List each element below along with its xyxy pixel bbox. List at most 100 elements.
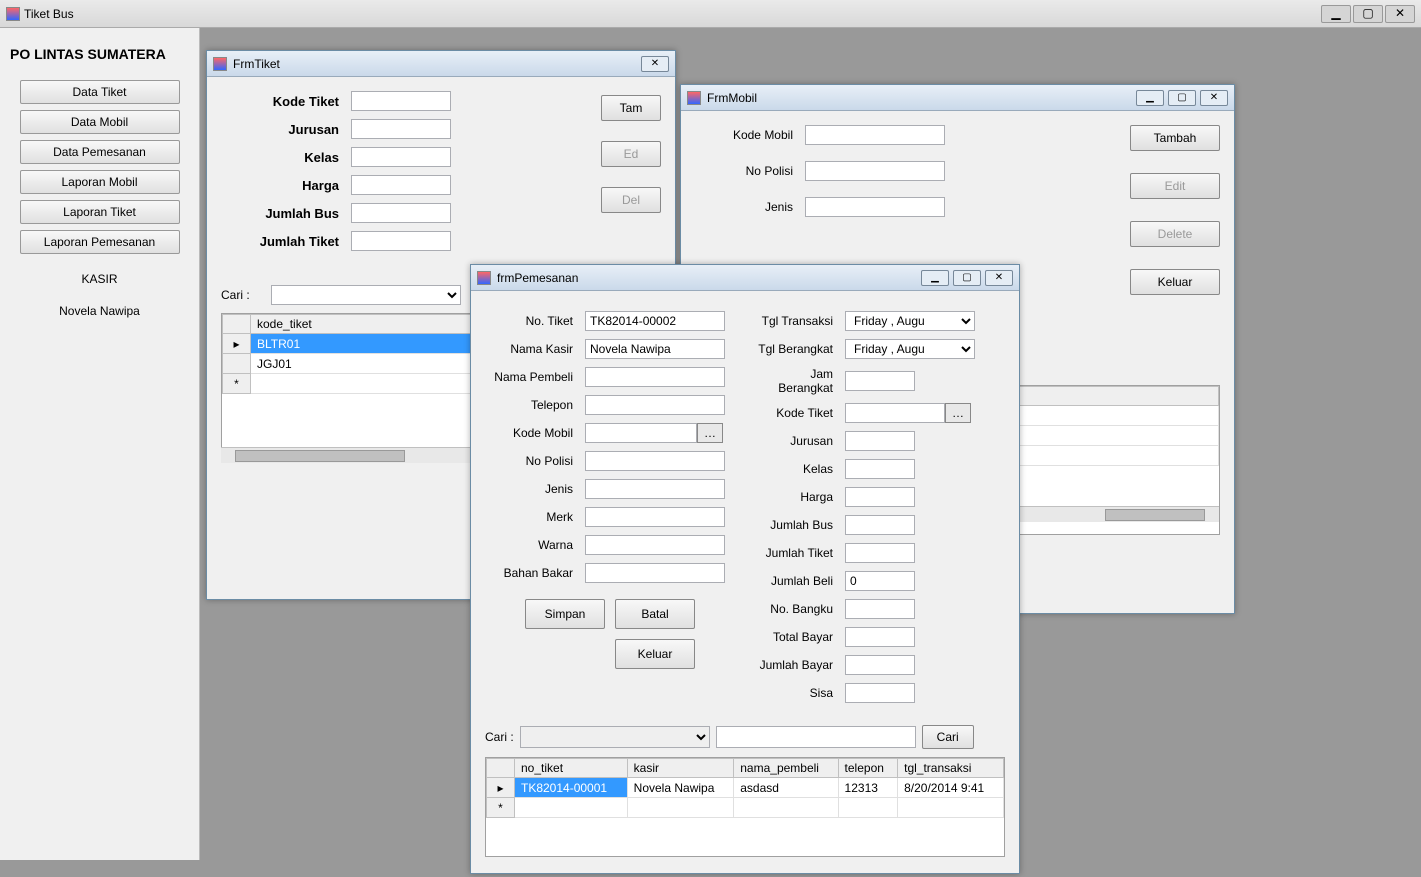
cell[interactable]: Novela Nawipa: [627, 778, 734, 798]
role-label: KASIR: [6, 272, 193, 286]
col-kode-tiket[interactable]: kode_tiket: [251, 315, 478, 334]
btn-keluar-mobil[interactable]: Keluar: [1130, 269, 1220, 295]
input-jurusan[interactable]: [351, 119, 451, 139]
input-kode-mobil-p[interactable]: [585, 423, 697, 443]
frm-pemesanan-close-button[interactable]: ✕: [985, 270, 1013, 286]
lbl-no-tiket: No. Tiket: [485, 314, 585, 328]
frm-mobil-close-button[interactable]: ✕: [1200, 90, 1228, 106]
maximize-button[interactable]: ▢: [1353, 5, 1383, 23]
input-harga[interactable]: [351, 175, 451, 195]
cell[interactable]: BLTR01: [251, 334, 478, 354]
input-cari-pemesanan[interactable]: [716, 726, 916, 748]
lbl-harga-p: Harga: [755, 490, 845, 504]
input-merk-p[interactable]: [585, 507, 725, 527]
row-indicator-icon: ▸: [487, 778, 515, 798]
input-jumlah-tiket[interactable]: [351, 231, 451, 251]
lbl-jumlah-tiket: Jumlah Tiket: [221, 234, 351, 249]
cell[interactable]: JGJ01: [251, 354, 478, 374]
frm-mobil-min-button[interactable]: ▁: [1136, 90, 1164, 106]
input-jurusan-p[interactable]: [845, 431, 915, 451]
lbl-jenis-p: Jenis: [485, 482, 585, 496]
select-cari-tiket[interactable]: [271, 285, 461, 305]
btn-tambah-mobil[interactable]: Tambah: [1130, 125, 1220, 151]
input-jam-berangkat[interactable]: [845, 371, 915, 391]
input-kode-mobil[interactable]: [805, 125, 945, 145]
input-warna-p[interactable]: [585, 535, 725, 555]
input-jenis[interactable]: [805, 197, 945, 217]
select-cari-pemesanan[interactable]: [520, 726, 710, 748]
input-jtiket-p[interactable]: [845, 543, 915, 563]
frm-tiket-close-button[interactable]: ✕: [641, 56, 669, 72]
select-tgl-berangkat[interactable]: Friday , Augu: [845, 339, 975, 359]
input-jumlah-bus[interactable]: [351, 203, 451, 223]
input-nama-kasir[interactable]: [585, 339, 725, 359]
btn-data-tiket[interactable]: Data Tiket: [20, 80, 180, 104]
frm-pemesanan-min-button[interactable]: ▁: [921, 270, 949, 286]
col-tgl-transaksi[interactable]: tgl_transaksi: [898, 759, 1004, 778]
btn-edit-tiket[interactable]: Ed: [601, 141, 661, 167]
lbl-kelas: Kelas: [221, 150, 351, 165]
col-no-tiket[interactable]: no_tiket: [515, 759, 628, 778]
btn-data-mobil[interactable]: Data Mobil: [20, 110, 180, 134]
btn-laporan-tiket[interactable]: Laporan Tiket: [20, 200, 180, 224]
input-sisa-p[interactable]: [845, 683, 915, 703]
input-jenis-p[interactable]: [585, 479, 725, 499]
browse-kode-tiket-button[interactable]: …: [945, 403, 971, 423]
col-telepon[interactable]: telepon: [838, 759, 898, 778]
lbl-jurusan-p: Jurusan: [755, 434, 845, 448]
frm-pemesanan-titlebar[interactable]: frmPemesanan ▁ ▢ ✕: [471, 265, 1019, 291]
frm-mobil-max-button[interactable]: ▢: [1168, 90, 1196, 106]
btn-laporan-pemesanan[interactable]: Laporan Pemesanan: [20, 230, 180, 254]
input-kode-tiket[interactable]: [351, 91, 451, 111]
btn-keluar[interactable]: Keluar: [615, 639, 695, 669]
user-label: Novela Nawipa: [6, 304, 193, 318]
frm-pemesanan-max-button[interactable]: ▢: [953, 270, 981, 286]
btn-data-pemesanan[interactable]: Data Pemesanan: [20, 140, 180, 164]
input-telepon[interactable]: [585, 395, 725, 415]
input-no-tiket[interactable]: [585, 311, 725, 331]
lbl-kode-tiket: Kode Tiket: [221, 94, 351, 109]
minimize-button[interactable]: ▁: [1321, 5, 1351, 23]
btn-batal[interactable]: Batal: [615, 599, 695, 629]
close-button[interactable]: ✕: [1385, 5, 1415, 23]
cell[interactable]: asdasd: [734, 778, 838, 798]
lbl-jam-berangkat: Jam Berangkat: [755, 367, 845, 395]
lbl-merk-p: Merk: [485, 510, 585, 524]
grid-pemesanan[interactable]: no_tiket kasir nama_pembeli telepon tgl_…: [485, 757, 1005, 857]
input-kelas-p[interactable]: [845, 459, 915, 479]
col-nama-pembeli[interactable]: nama_pembeli: [734, 759, 838, 778]
input-nobangku-p[interactable]: [845, 599, 915, 619]
form-icon: [213, 57, 227, 71]
frm-tiket-titlebar[interactable]: FrmTiket ✕: [207, 51, 675, 77]
select-tgl-transaksi[interactable]: Friday , Augu: [845, 311, 975, 331]
new-row-icon: *: [487, 798, 515, 818]
frm-mobil-titlebar[interactable]: FrmMobil ▁ ▢ ✕: [681, 85, 1234, 111]
input-no-polisi[interactable]: [805, 161, 945, 181]
btn-tambah-tiket[interactable]: Tam: [601, 95, 661, 121]
input-nama-pembeli[interactable]: [585, 367, 725, 387]
btn-delete-tiket[interactable]: Del: [601, 187, 661, 213]
app-icon: [6, 7, 20, 21]
frm-mobil-title: FrmMobil: [707, 91, 757, 105]
btn-laporan-mobil[interactable]: Laporan Mobil: [20, 170, 180, 194]
input-harga-p[interactable]: [845, 487, 915, 507]
col-kasir[interactable]: kasir: [627, 759, 734, 778]
browse-kode-mobil-button[interactable]: …: [697, 423, 723, 443]
cell[interactable]: TK82014-00001: [515, 778, 628, 798]
lbl-nopol-p: No Polisi: [485, 454, 585, 468]
cell[interactable]: 8/20/2014 9:41: [898, 778, 1004, 798]
input-jbayar-p[interactable]: [845, 655, 915, 675]
input-jbus-p[interactable]: [845, 515, 915, 535]
lbl-kode-mobil: Kode Mobil: [695, 128, 805, 142]
input-nopol-p[interactable]: [585, 451, 725, 471]
input-kelas[interactable]: [351, 147, 451, 167]
btn-simpan[interactable]: Simpan: [525, 599, 605, 629]
btn-edit-mobil[interactable]: Edit: [1130, 173, 1220, 199]
input-bbakar-p[interactable]: [585, 563, 725, 583]
cell[interactable]: 12313: [838, 778, 898, 798]
btn-delete-mobil[interactable]: Delete: [1130, 221, 1220, 247]
input-total-p[interactable]: [845, 627, 915, 647]
input-kode-tiket-p[interactable]: [845, 403, 945, 423]
btn-cari-pemesanan[interactable]: Cari: [922, 725, 974, 749]
input-jbeli-p[interactable]: [845, 571, 915, 591]
